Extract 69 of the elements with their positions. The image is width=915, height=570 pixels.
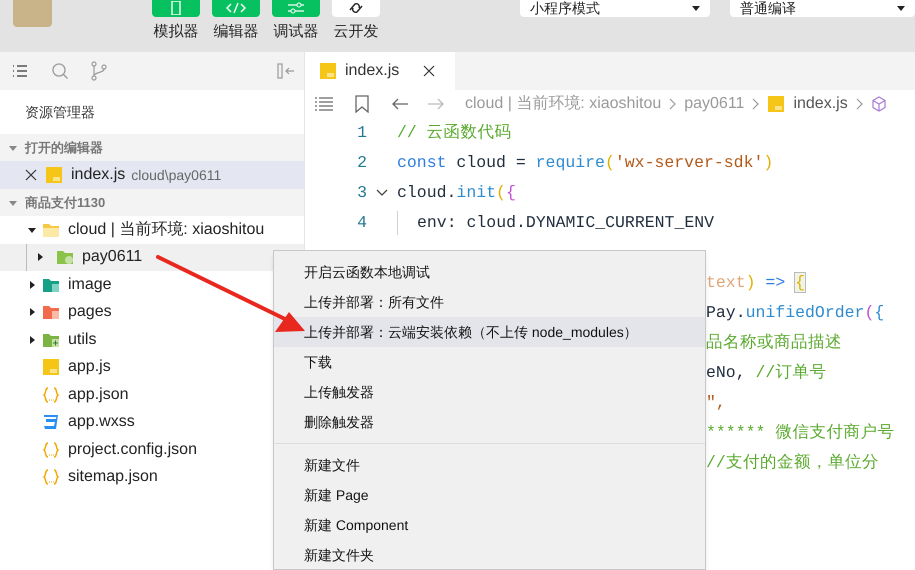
- folder-icon: [42, 303, 60, 322]
- code-line: eNo, //订单号: [706, 362, 828, 384]
- caret-right-icon: [36, 253, 44, 262]
- caret-right-icon: [28, 308, 36, 316]
- menu-icon: [315, 97, 333, 111]
- js-file-icon: [45, 166, 63, 184]
- braces-icon: [42, 386, 60, 404]
- line-number: 3: [356, 182, 367, 204]
- code-line: const cloud = require('wx-server-sdk'): [397, 152, 774, 174]
- caret-right-icon: [28, 336, 36, 344]
- chevron-right-icon: [752, 98, 760, 110]
- section-header[interactable]: 商品支付1130: [0, 189, 304, 216]
- line-number: 1: [356, 122, 367, 144]
- menu-item[interactable]: 上传并部署：云端安装依赖（不上传 node_modules）: [274, 317, 705, 347]
- tool-label: 模拟器: [154, 23, 198, 41]
- back-arrow-icon: [391, 97, 409, 111]
- tool-button[interactable]: [332, 0, 380, 17]
- open-editor-item[interactable]: index.js cloud\pay0611: [0, 161, 304, 189]
- menu-item[interactable]: 新建 Component: [274, 510, 705, 540]
- braces-icon: [42, 440, 60, 459]
- branch-icon[interactable]: [91, 61, 107, 81]
- menu-item[interactable]: 新建文件夹: [274, 540, 705, 570]
- tool-label: 编辑器: [214, 23, 258, 41]
- caret-right-icon: [28, 280, 36, 289]
- caret-down-icon: [28, 226, 36, 234]
- caret-down-icon: [897, 6, 905, 12]
- forward-arrow-icon: [427, 97, 445, 111]
- close-icon: [423, 65, 436, 77]
- line-number: 2: [356, 152, 367, 174]
- code-line: text) => {: [706, 272, 806, 294]
- braces-icon: [42, 468, 60, 486]
- folder-icon: [56, 248, 74, 266]
- code-line: ****** 微信支付商户号: [706, 422, 894, 444]
- caret-down-icon: [9, 198, 17, 206]
- code-line: env: cloud.DYNAMIC_CURRENT_ENV: [397, 210, 714, 236]
- js-file-icon: [767, 95, 786, 113]
- panel-title: 资源管理器: [24, 103, 96, 122]
- caret-down-icon: [9, 144, 17, 152]
- fold-chevron-icon: [376, 189, 388, 197]
- bookmark-icon: [355, 95, 369, 113]
- collapse-sidebar-icon[interactable]: [277, 63, 295, 79]
- breadcrumb-item[interactable]: index.js: [793, 92, 848, 116]
- code-icon: [226, 1, 246, 15]
- line-number: 4: [356, 212, 367, 234]
- code-line: Pay.unifiedOrder({: [706, 302, 886, 324]
- tree-item[interactable]: cloud | 当前环境: xiaoshitou: [0, 216, 304, 244]
- tool-label: 云开发: [334, 23, 378, 41]
- code-line: ",: [706, 392, 727, 414]
- close-icon: [25, 169, 37, 181]
- caret-down-icon: [692, 6, 700, 12]
- mode-dropdown[interactable]: 普通编译: [730, 0, 915, 17]
- cube-icon: [870, 96, 887, 112]
- tool-label: 调试器: [274, 23, 318, 41]
- css-file-icon: [42, 413, 60, 432]
- sliders-icon: [286, 1, 306, 15]
- editor-tab[interactable]: index.js: [305, 52, 455, 90]
- js-file-icon: [42, 358, 60, 376]
- code-line: //支付的金额，单位分: [706, 452, 880, 474]
- chevron-right-icon: [669, 98, 676, 110]
- chevron-right-icon: [856, 98, 863, 110]
- tree-item[interactable]: pay0611: [0, 244, 304, 271]
- js-file-icon: [319, 62, 337, 80]
- mode-dropdown[interactable]: 小程序模式: [520, 0, 710, 17]
- section-header[interactable]: 打开的编辑器: [0, 134, 304, 161]
- code-line: 品名称或商品描述: [706, 332, 843, 354]
- menu-icon[interactable]: [12, 63, 28, 79]
- code-line: cloud.init({: [397, 182, 516, 204]
- search-icon[interactable]: [51, 62, 69, 80]
- code-line: // 云函数代码: [397, 122, 512, 144]
